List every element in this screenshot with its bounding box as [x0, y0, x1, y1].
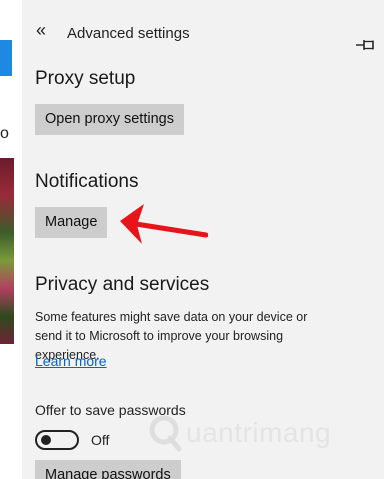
watermark: uantrimang: [148, 408, 378, 458]
toggle-knob: [41, 435, 51, 445]
learn-more-link[interactable]: Learn more: [35, 351, 107, 371]
pin-icon[interactable]: [355, 38, 377, 52]
background-page: o: [0, 0, 23, 479]
background-blue-block: [0, 40, 12, 76]
panel-title: Advanced settings: [67, 25, 190, 42]
background-letter: o: [0, 125, 9, 142]
proxy-setup-heading: Proxy setup: [35, 68, 136, 89]
watermark-text: uantrimang: [186, 417, 332, 448]
background-photo: [0, 158, 14, 344]
notifications-heading: Notifications: [35, 171, 139, 192]
watermark-logo-icon: [149, 415, 182, 452]
privacy-services-heading: Privacy and services: [35, 274, 210, 295]
back-icon[interactable]: «: [36, 18, 46, 42]
manage-passwords-button[interactable]: Manage passwords: [35, 460, 181, 479]
panel-header: « Advanced settings: [22, 0, 384, 50]
manage-notifications-button[interactable]: Manage: [35, 207, 108, 238]
save-passwords-toggle[interactable]: [35, 430, 79, 450]
toggle-state-label: Off: [91, 432, 110, 448]
red-arrow-annotation: [120, 204, 208, 244]
open-proxy-settings-button[interactable]: Open proxy settings: [35, 104, 184, 135]
